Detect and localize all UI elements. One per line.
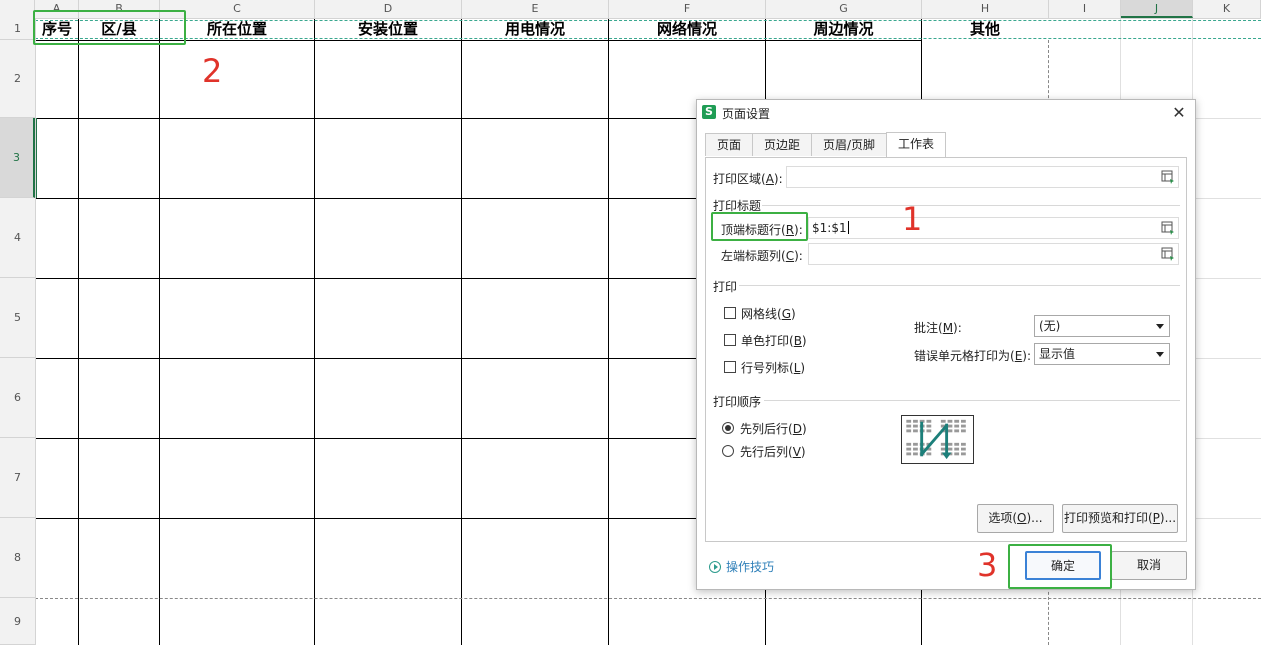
page-setup-dialog: S 页面设置 ✕ 页面 页边距 页眉/页脚 工作表 打印区域(A): 打印标题 … — [696, 99, 1196, 590]
gridlines-label[interactable]: 网格线(G) — [741, 305, 796, 322]
column-header-d[interactable]: D — [315, 0, 462, 18]
row-col-headings-checkbox[interactable] — [724, 361, 736, 373]
comments-label: 批注(M): — [914, 321, 962, 335]
range-select-icon[interactable] — [1161, 221, 1175, 235]
annotation-box-top-rows — [711, 212, 808, 241]
select-all-corner[interactable] — [0, 0, 35, 18]
row-header-8[interactable]: 8 — [0, 518, 35, 598]
column-header-g[interactable]: G — [766, 0, 922, 18]
wps-app-icon: S — [702, 105, 716, 119]
header-cell-d1[interactable]: 安装位置 — [315, 19, 461, 40]
tab-header-footer[interactable]: 页眉/页脚 — [811, 133, 887, 156]
print-preview-button[interactable]: 打印预览和打印(P)... — [1062, 504, 1178, 533]
column-header-i[interactable]: I — [1049, 0, 1121, 18]
print-order-section: 打印顺序 — [713, 395, 762, 409]
row-header-2[interactable]: 2 — [0, 40, 35, 118]
options-button[interactable]: 选项(O)... — [977, 504, 1054, 533]
down-then-over-label[interactable]: 先列后行(D) — [740, 420, 807, 437]
chevron-down-icon — [1156, 324, 1164, 329]
column-header-j[interactable]: J — [1121, 0, 1193, 18]
top-rows-input[interactable]: $1:$1 — [808, 217, 1179, 239]
row-header-5[interactable]: 5 — [0, 278, 35, 358]
row-header-7[interactable]: 7 — [0, 438, 35, 518]
tab-page[interactable]: 页面 — [705, 133, 753, 156]
tab-margins[interactable]: 页边距 — [752, 133, 812, 156]
print-area-label: 打印区域(A): — [713, 172, 783, 186]
annotation-number-2: 2 — [202, 52, 223, 90]
print-area-input[interactable] — [786, 166, 1179, 188]
tab-sheet[interactable]: 工作表 — [886, 132, 946, 157]
dialog-titlebar[interactable]: S 页面设置 ✕ — [697, 100, 1195, 126]
down-then-over-radio[interactable] — [722, 422, 734, 434]
row-col-headings-label[interactable]: 行号列标(L) — [741, 359, 805, 376]
header-cell-g1[interactable]: 周边情况 — [766, 19, 921, 40]
print-order-preview-icon — [901, 415, 974, 464]
close-icon[interactable]: ✕ — [1169, 103, 1189, 123]
column-header-bar: A B C D E F G H I J K — [0, 0, 1261, 19]
annotation-box-ok — [1008, 544, 1112, 589]
over-then-down-radio[interactable] — [722, 445, 734, 457]
row-header-3[interactable]: 3 — [0, 118, 35, 198]
annotation-box-header — [33, 10, 186, 45]
tips-link[interactable]: 操作技巧 — [709, 558, 774, 575]
range-select-icon[interactable] — [1161, 247, 1175, 261]
row-header-6[interactable]: 6 — [0, 358, 35, 438]
range-select-icon[interactable] — [1161, 170, 1175, 184]
row-header-9[interactable]: 9 — [0, 598, 35, 645]
column-header-f[interactable]: F — [609, 0, 766, 18]
annotation-number-1: 1 — [902, 200, 923, 238]
header-cell-e1[interactable]: 用电情况 — [462, 19, 608, 40]
dialog-title: 页面设置 — [722, 107, 771, 121]
left-cols-input[interactable] — [808, 243, 1179, 265]
over-then-down-label[interactable]: 先行后列(V) — [740, 443, 806, 460]
gridlines-checkbox[interactable] — [724, 307, 736, 319]
row-header-4[interactable]: 4 — [0, 198, 35, 278]
annotation-number-3: 3 — [977, 546, 998, 584]
cancel-button[interactable]: 取消 — [1111, 551, 1187, 580]
comments-select[interactable]: (无) — [1034, 315, 1170, 337]
row-header-bar: 1 2 3 4 5 6 7 8 9 — [0, 18, 36, 645]
cell-errors-label: 错误单元格打印为(E): — [914, 349, 1032, 363]
header-cell-f1[interactable]: 网络情况 — [609, 19, 765, 40]
mono-print-label[interactable]: 单色打印(B) — [741, 332, 807, 349]
play-circle-icon — [709, 561, 721, 573]
print-section: 打印 — [713, 280, 738, 294]
left-cols-label: 左端标题列(C): — [721, 249, 803, 263]
column-header-h[interactable]: H — [922, 0, 1049, 18]
header-cell-h1[interactable]: 其他 — [922, 19, 1048, 40]
row-header-1[interactable]: 1 — [0, 18, 35, 40]
column-header-e[interactable]: E — [462, 0, 609, 18]
cell-errors-select[interactable]: 显示值 — [1034, 343, 1170, 365]
chevron-down-icon — [1156, 352, 1164, 357]
mono-print-checkbox[interactable] — [724, 334, 736, 346]
column-header-k[interactable]: K — [1193, 0, 1261, 18]
